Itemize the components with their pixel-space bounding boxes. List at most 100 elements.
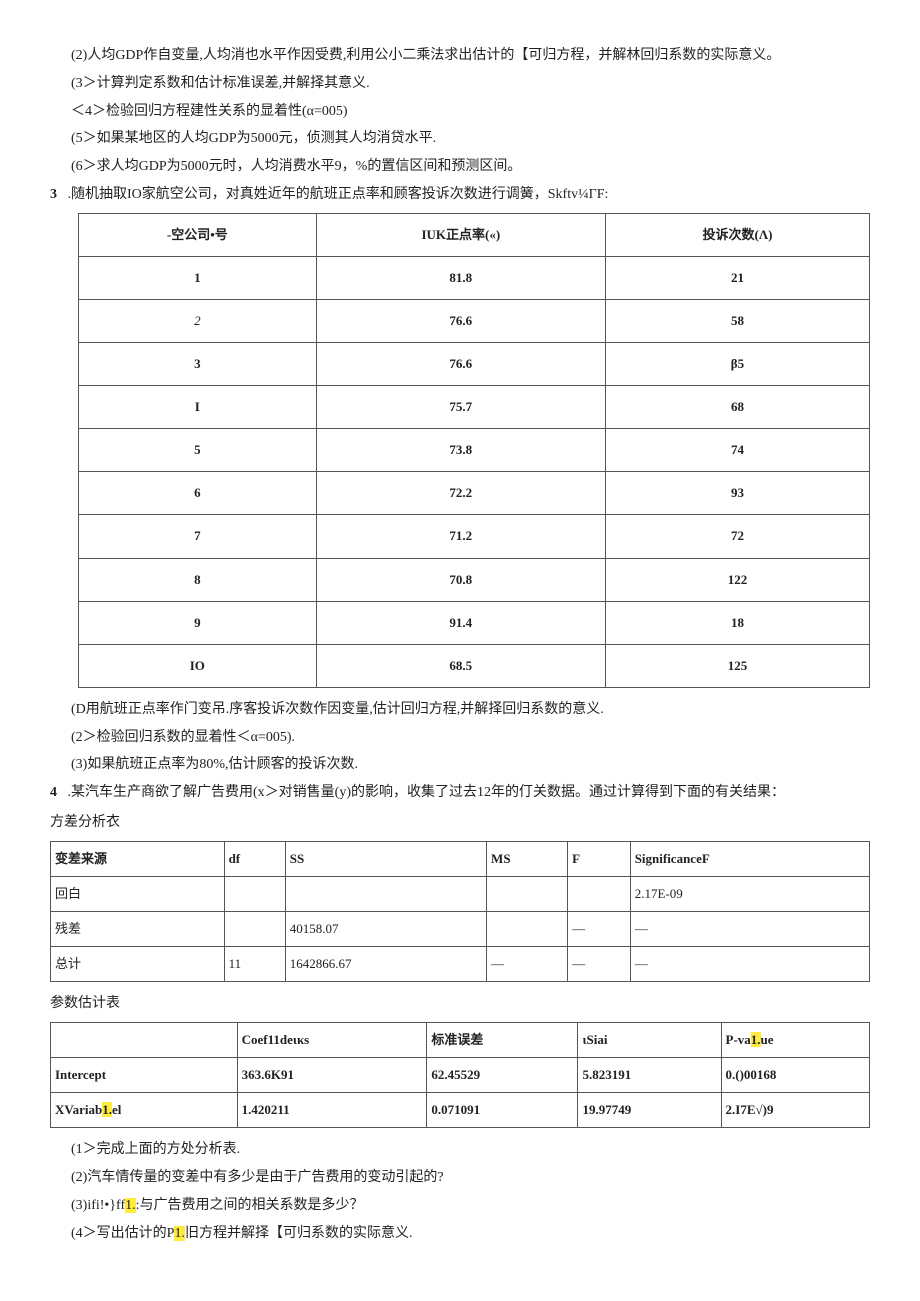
t1-cell: 2 <box>79 299 317 342</box>
t1-cell: 73.8 <box>316 429 605 472</box>
q4-stem-line: 4 .某汽车生产商欲了解广告费用(x＞对销售量(y)的影响，收集了过去12年的仃… <box>50 781 870 805</box>
t1-cell: 71.2 <box>316 515 605 558</box>
t1-cell: 74 <box>605 429 869 472</box>
airline-data-table: -空公司•号 IUK正点率(«) 投诉次数(Λ) 1 81.8 21 2 76.… <box>78 213 870 688</box>
t2-cell: 2.17E-09 <box>630 876 869 911</box>
t1-cell: 8 <box>79 558 317 601</box>
table-row: 7 71.2 72 <box>79 515 870 558</box>
t2-cell <box>224 911 285 946</box>
q4-number: 4 <box>50 785 57 800</box>
t2-cell <box>568 876 631 911</box>
t1-h1: -空公司•号 <box>79 213 317 256</box>
t3-cell: 363.6K91 <box>237 1058 427 1093</box>
param-estimates-table: Coef11deικs 标准误差 ιSiai P-va1.ue Intercep… <box>50 1022 870 1128</box>
t1-h3: 投诉次数(Λ) <box>605 213 869 256</box>
t1-cell: 81.8 <box>316 256 605 299</box>
t1-h2: IUK正点率(«) <box>316 213 605 256</box>
table-row: 3 76.6 β5 <box>79 343 870 386</box>
t1-cell: 72.2 <box>316 472 605 515</box>
t2-cell: — <box>630 911 869 946</box>
table-row: 总计 11 1642866.67 — — — <box>51 947 870 982</box>
t1-cell: β5 <box>605 343 869 386</box>
t3-cell: 5.823191 <box>578 1058 721 1093</box>
t1-cell: 9 <box>79 601 317 644</box>
highlight: 1. <box>751 1032 761 1047</box>
t3-h4: ιSiai <box>578 1022 721 1057</box>
table-row: 6 72.2 93 <box>79 472 870 515</box>
t2-h2: df <box>224 841 285 876</box>
param-label: 参数估计表 <box>50 992 870 1016</box>
t1-cell: I <box>79 386 317 429</box>
t1-cell: 93 <box>605 472 869 515</box>
q3-number: 3 <box>50 187 57 202</box>
highlight: 1. <box>174 1226 185 1241</box>
q2-2: (2)人均GDP作自变量,人均消也水平作因受费,利用公小二乘法求出估计的【可归方… <box>50 44 870 68</box>
t1-cell: 6 <box>79 472 317 515</box>
t2-cell <box>487 876 568 911</box>
t3-cell: 19.97749 <box>578 1093 721 1128</box>
t2-cell: — <box>568 911 631 946</box>
q2-5: (5＞如果某地区的人均GDP为5000元，侦测其人均消贷水平. <box>50 127 870 151</box>
t1-cell: 18 <box>605 601 869 644</box>
t2-h6: SignificanceF <box>630 841 869 876</box>
t1-cell: 125 <box>605 644 869 687</box>
t1-cell: 122 <box>605 558 869 601</box>
q2-3: (3＞计算判定系数和估计标准误差,并解择其意义. <box>50 72 870 96</box>
t2-cell: 1642866.67 <box>285 947 486 982</box>
t2-h4: MS <box>487 841 568 876</box>
t3-h3: 标准误差 <box>427 1022 578 1057</box>
t1-cell: 7 <box>79 515 317 558</box>
q2-4: ＜4＞检验回归方程建性关系的显着性(α=005) <box>50 100 870 124</box>
table-row: 回白 2.17E-09 <box>51 876 870 911</box>
t3-h1 <box>51 1022 238 1057</box>
table-row: Intercept 363.6K91 62.45529 5.823191 0.(… <box>51 1058 870 1093</box>
table-row: I 75.7 68 <box>79 386 870 429</box>
t1-cell: 1 <box>79 256 317 299</box>
t1-cell: 70.8 <box>316 558 605 601</box>
t3-cell: XVariab1.el <box>51 1093 238 1128</box>
t1-cell: 21 <box>605 256 869 299</box>
t2-h3: SS <box>285 841 486 876</box>
t2-cell: 残差 <box>51 911 225 946</box>
t1-cell: 68.5 <box>316 644 605 687</box>
t2-cell: 11 <box>224 947 285 982</box>
t2-cell: 回白 <box>51 876 225 911</box>
t2-h5: F <box>568 841 631 876</box>
table-row: 9 91.4 18 <box>79 601 870 644</box>
q4-3: (3)ifi!•}ff1.:与广告费用之间的相关系数是多少？ <box>50 1194 870 1218</box>
table-row: 1 81.8 21 <box>79 256 870 299</box>
table-row: 5 73.8 74 <box>79 429 870 472</box>
t2-h1: 变差来源 <box>51 841 225 876</box>
q4-4: (4＞写出估计的P1.旧方程并解择【可归系数的实际意义. <box>50 1222 870 1246</box>
t1-cell: 58 <box>605 299 869 342</box>
q4-2: (2)汽车情传量的变差中有多少是由于广告费用的变动引起的? <box>50 1166 870 1190</box>
t1-cell: 68 <box>605 386 869 429</box>
t2-cell <box>487 911 568 946</box>
q3-2: (2＞检验回归系数的显着性＜α=005). <box>50 726 870 750</box>
q3-stem-line: 3 .随机抽取IO家航空公司，对真姓近年的航班正点率和顾客投诉次数进行调簧，Sk… <box>50 183 870 207</box>
t1-cell: 91.4 <box>316 601 605 644</box>
t1-cell: 75.7 <box>316 386 605 429</box>
table-row: 残差 40158.07 — — <box>51 911 870 946</box>
t2-cell: 40158.07 <box>285 911 486 946</box>
table-row: IO 68.5 125 <box>79 644 870 687</box>
t2-cell <box>285 876 486 911</box>
t2-cell: 总计 <box>51 947 225 982</box>
t1-cell: 5 <box>79 429 317 472</box>
t3-cell: 2.I7E√)9 <box>721 1093 869 1128</box>
table-row: XVariab1.el 1.420211 0.071091 19.97749 2… <box>51 1093 870 1128</box>
t3-cell: 0.071091 <box>427 1093 578 1128</box>
t3-h2: Coef11deικs <box>237 1022 427 1057</box>
highlight: 1. <box>102 1102 112 1117</box>
t3-cell: 0.()00168 <box>721 1058 869 1093</box>
t3-cell: 1.420211 <box>237 1093 427 1128</box>
table-row: 2 76.6 58 <box>79 299 870 342</box>
q4-1: (1＞完成上面的方处分析表. <box>50 1138 870 1162</box>
t2-cell: — <box>630 947 869 982</box>
t1-cell: IO <box>79 644 317 687</box>
highlight: 1. <box>125 1198 136 1213</box>
t3-h5: P-va1.ue <box>721 1022 869 1057</box>
t3-cell: Intercept <box>51 1058 238 1093</box>
t1-cell: 76.6 <box>316 299 605 342</box>
table-row: 8 70.8 122 <box>79 558 870 601</box>
